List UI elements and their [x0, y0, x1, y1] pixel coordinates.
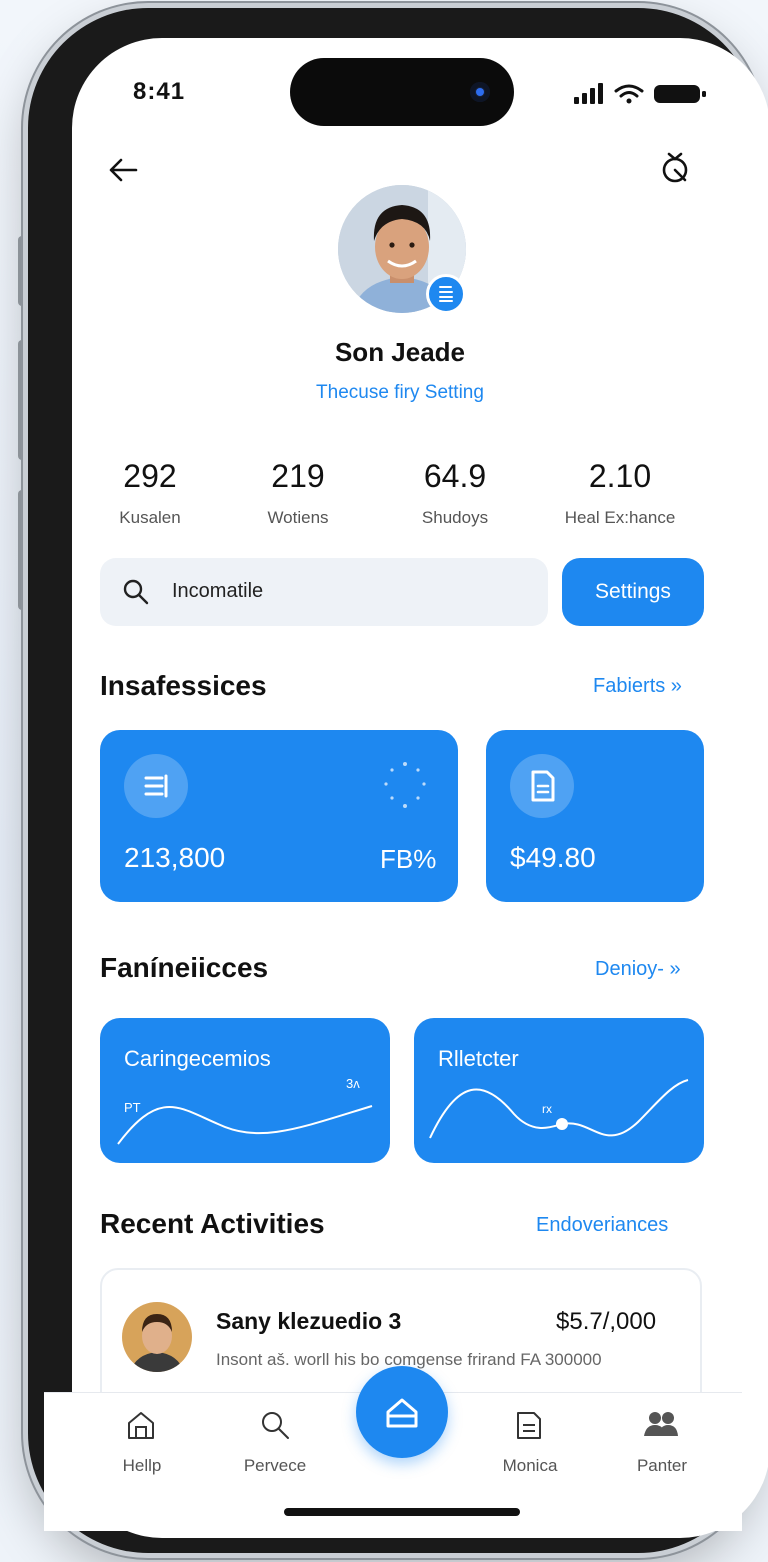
card-value: $49.80: [510, 842, 596, 873]
search-icon[interactable]: [258, 1408, 292, 1442]
edit-avatar-button[interactable]: [426, 274, 466, 314]
activity-description: Insont aš. worll his bo comgense frirand…: [216, 1350, 602, 1369]
search-value[interactable]: Incomatile: [172, 580, 263, 603]
card-value: 213,800: [124, 842, 226, 873]
tab-label[interactable]: Monica: [490, 1456, 570, 1476]
document-icon: [531, 770, 555, 802]
stat-label: Heal Ex:hance: [564, 508, 676, 527]
people-icon[interactable]: [644, 1408, 678, 1442]
tab-label[interactable]: Panter: [620, 1456, 704, 1476]
trend-card[interactable]: Rlletcter rx: [414, 1018, 704, 1163]
home-icon: [386, 1398, 418, 1428]
stat-value: 2.10: [588, 458, 652, 494]
wallet-icon: [144, 774, 168, 798]
stat-label: Shudoys: [421, 508, 489, 527]
home-outline-icon[interactable]: [124, 1408, 158, 1442]
profile-name: Son Jeade: [334, 337, 466, 367]
signal-icon: [574, 83, 603, 104]
trend-card[interactable]: Caringecemios PT 3ʌ: [100, 1018, 390, 1163]
home-indicator: [284, 1508, 520, 1516]
loading-spinner-icon: [384, 762, 426, 808]
dynamic-island: [290, 58, 514, 126]
tab-label[interactable]: Hellp: [100, 1456, 184, 1476]
status-time: 8:41: [133, 78, 186, 105]
tab-label[interactable]: Pervece: [230, 1456, 320, 1476]
battery-icon: [654, 85, 706, 103]
sparkline: [117, 1105, 373, 1145]
expense-card[interactable]: $49.80: [486, 730, 704, 902]
settings-button[interactable]: Settings: [562, 558, 704, 626]
section-link[interactable]: Fabierts »: [593, 675, 682, 698]
front-camera: [470, 82, 490, 102]
stat-label: Wotiens: [267, 508, 329, 527]
section-title: Insafessices: [100, 670, 267, 701]
card-icon-circle: [124, 754, 188, 818]
activity-avatar-photo: [122, 1302, 192, 1372]
phone-side-button: [18, 490, 26, 610]
card-percent: FB%: [380, 844, 437, 874]
back-arrow-icon[interactable]: [106, 152, 142, 188]
section-link[interactable]: Denioy- »: [595, 958, 681, 981]
profile-subtitle-link[interactable]: Thecuse firy Setting: [0, 382, 768, 404]
card-icon-circle: [510, 754, 574, 818]
balance-card[interactable]: 213,800 FB%: [100, 730, 458, 902]
section-title: Recent Activities: [100, 1208, 325, 1239]
status-icons: [574, 83, 706, 104]
avatar: [122, 1302, 192, 1372]
refresh-settings-icon[interactable]: [658, 148, 694, 188]
section-link[interactable]: Endoveriances: [536, 1214, 668, 1237]
search-input[interactable]: [100, 558, 548, 626]
stat-value: 219: [271, 458, 325, 494]
document-icon[interactable]: [512, 1408, 546, 1442]
phone-side-button: [18, 236, 26, 306]
home-fab-button[interactable]: [356, 1366, 448, 1458]
edit-icon: [439, 286, 453, 302]
activity-amount: $5.7/,000: [556, 1308, 657, 1335]
search-icon: [123, 579, 149, 605]
sparkline: [429, 1079, 689, 1139]
activity-name: Sany klezuedio 3: [216, 1308, 402, 1334]
stat-value: 292: [123, 458, 177, 494]
section-title: Faníneiicces: [100, 952, 269, 983]
stat-value: 64.9: [423, 458, 487, 494]
wifi-icon: [614, 84, 644, 104]
stat-label: Kusalen: [119, 508, 181, 527]
